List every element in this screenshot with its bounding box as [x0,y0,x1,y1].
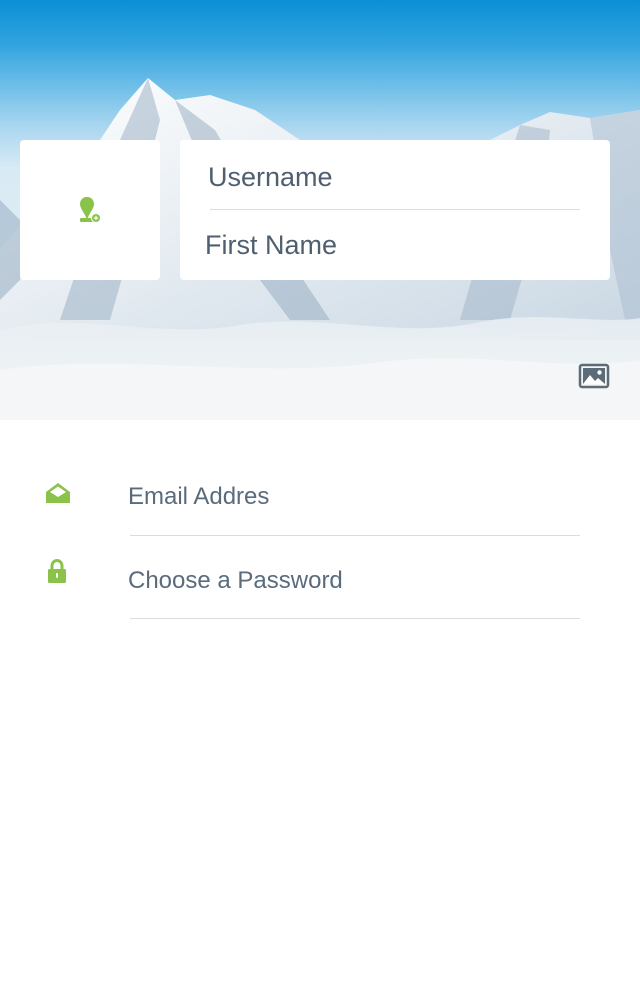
name-card: Username First Name [180,140,610,280]
avatar-upload-button[interactable] [20,140,160,280]
password-divider [130,618,580,619]
email-input[interactable]: Email Addres [128,483,269,511]
email-row: Email Addres [0,460,640,544]
image-icon[interactable] [578,363,610,391]
first-name-input[interactable]: First Name [180,210,610,280]
header-background: Username First Name [0,0,640,420]
user-add-icon [80,197,101,223]
password-input[interactable]: Choose a Password [128,567,343,595]
envelope-open-icon [46,483,70,503]
email-divider [130,535,580,536]
username-input[interactable]: Username [180,142,610,212]
lock-icon [48,559,66,583]
password-row: Choose a Password [0,544,640,628]
